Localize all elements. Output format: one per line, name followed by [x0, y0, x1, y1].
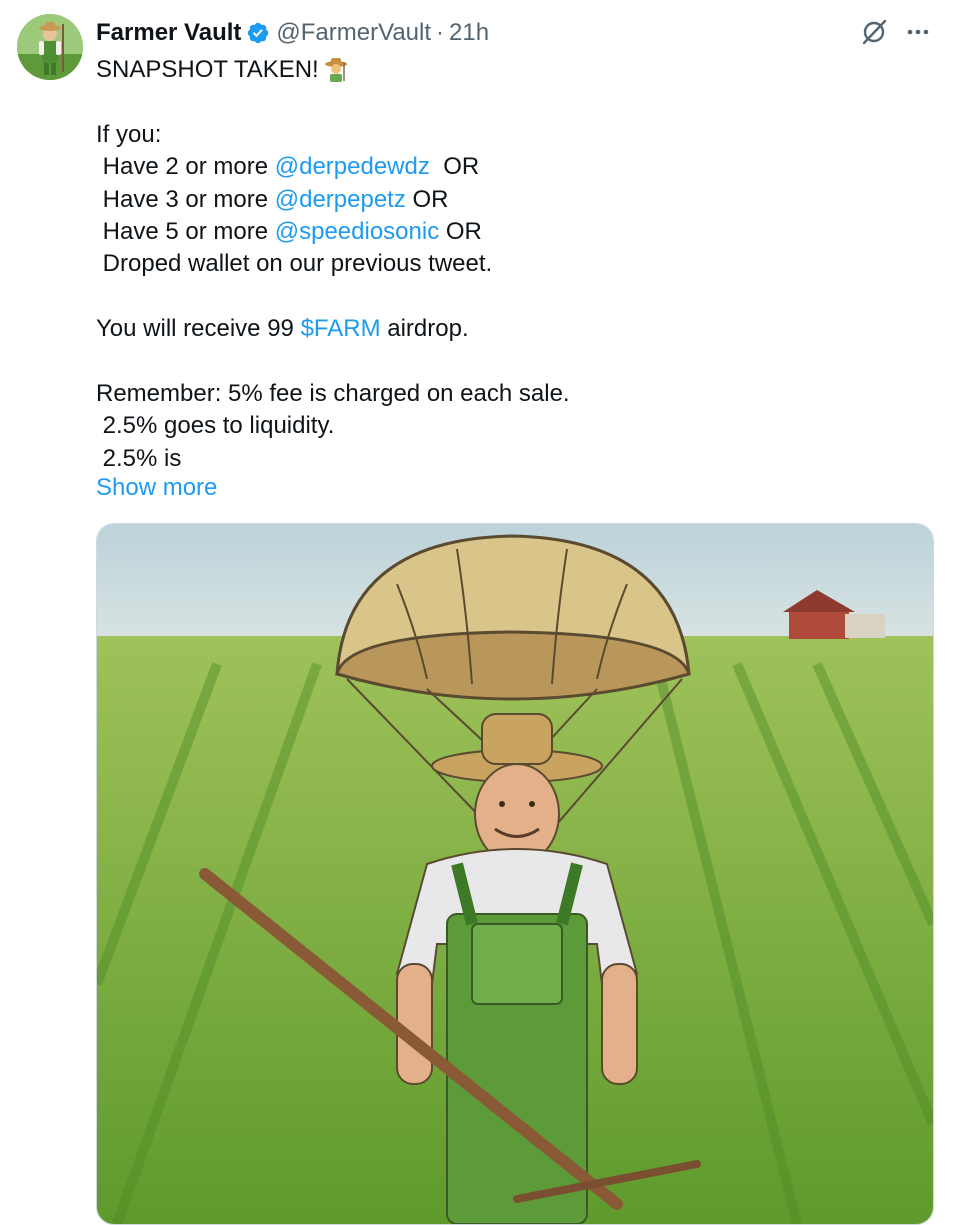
verified-badge-icon[interactable] — [246, 21, 270, 45]
farmer-avatar-icon — [17, 14, 83, 80]
text-line: Remember: 5% fee is charged on each sale… — [96, 379, 570, 407]
text-span: OR — [429, 153, 480, 181]
text-line: Have 3 or more @derpepetz OR — [96, 184, 926, 216]
text-span: airdrop. — [380, 315, 469, 343]
text-line: Have 5 or more @speediosonic OR — [96, 216, 926, 248]
separator-dot: · — [436, 19, 445, 46]
mention-link[interactable]: @derpepetz — [275, 186, 406, 213]
text-span: Have 3 or more — [96, 185, 275, 213]
mention-link[interactable]: @derpedewdz — [275, 153, 430, 180]
more-options-icon[interactable] — [902, 16, 934, 48]
text-line: Droped wallet on our previous tweet. — [96, 250, 493, 278]
tweet-media-image[interactable] — [96, 523, 934, 1225]
text-line: SNAPSHOT TAKEN! — [96, 54, 926, 86]
author-avatar[interactable] — [17, 14, 83, 80]
text-line: 2.5% goes to liquidity. — [96, 412, 335, 440]
text-line: Have 2 or more @derpedewdz OR — [96, 151, 926, 183]
cashtag-link[interactable]: $FARM — [301, 315, 381, 342]
author-handle[interactable]: @FarmerVault — [276, 15, 431, 51]
text-span: You will receive 99 — [96, 315, 301, 343]
mention-link[interactable]: @speediosonic — [275, 218, 439, 245]
show-more-link[interactable]: Show more — [96, 472, 217, 504]
tweet: Farmer Vault @FarmerVault · 21h SNAPSHOT… — [0, 0, 958, 1225]
text-line: 2.5% is — [96, 444, 182, 472]
text-span: OR — [405, 185, 449, 213]
tweet-timestamp[interactable]: 21h — [449, 15, 489, 51]
farmer-parachute-illustration — [97, 524, 933, 1224]
text-span: SNAPSHOT TAKEN! — [96, 56, 319, 83]
text-span: OR — [439, 217, 482, 245]
author-display-name[interactable]: Farmer Vault — [96, 15, 241, 51]
text-span: Have 2 or more — [96, 153, 275, 181]
text-line: You will receive 99 $FARM airdrop. — [96, 313, 926, 345]
tweet-text: SNAPSHOT TAKEN! If you: Have 2 or more @… — [96, 54, 926, 475]
grok-icon[interactable] — [858, 16, 890, 48]
farmer-emoji-icon — [323, 56, 349, 82]
tweet-header: Farmer Vault @FarmerVault · 21h — [96, 15, 489, 51]
text-line: If you: — [96, 120, 162, 148]
text-span: Have 5 or more — [96, 217, 275, 245]
